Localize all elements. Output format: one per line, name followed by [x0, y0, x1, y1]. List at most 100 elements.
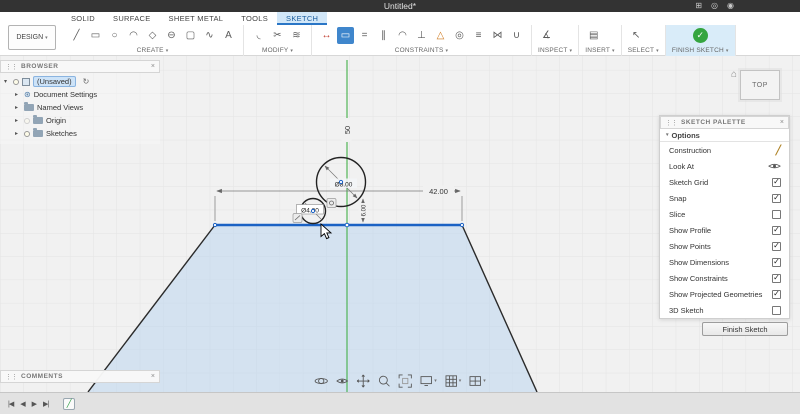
- viewcube[interactable]: TOP: [740, 70, 780, 100]
- toolbar-group-finish-sketch[interactable]: ✓ FINISH SKETCH ▾: [666, 25, 736, 56]
- zoom-button[interactable]: [377, 374, 391, 388]
- spline-icon[interactable]: ∿: [201, 27, 218, 44]
- expander-icon[interactable]: ▸: [15, 117, 21, 124]
- go-to-end-button[interactable]: ▶|: [43, 400, 48, 408]
- tab-sheet-metal[interactable]: SHEET METAL: [160, 12, 233, 25]
- endpoint-right[interactable]: [460, 223, 463, 226]
- dimension-height[interactable]: 50: [342, 118, 352, 142]
- play-button[interactable]: ▶: [32, 400, 36, 408]
- parallel-icon[interactable]: ∥: [375, 27, 392, 44]
- palette-options-section[interactable]: ▾ Options: [660, 129, 789, 142]
- insert-image-icon[interactable]: ▤: [585, 27, 602, 44]
- group-label-modify[interactable]: MODIFY ▾: [250, 46, 305, 56]
- tab-surface[interactable]: SURFACE: [104, 12, 160, 25]
- curvature-icon[interactable]: ∪: [508, 27, 525, 44]
- visibility-bulb-icon[interactable]: [24, 131, 30, 137]
- endpoint-left[interactable]: [213, 223, 216, 226]
- extensions-icon[interactable]: ⊞: [695, 2, 702, 10]
- save-status-icon[interactable]: ↻: [83, 77, 90, 86]
- group-label-create[interactable]: CREATE ▾: [68, 46, 237, 56]
- show-profile-checkbox[interactable]: ✓: [772, 226, 781, 235]
- coincident-icon[interactable]: ▭: [337, 27, 354, 44]
- group-label-select[interactable]: SELECT ▾: [628, 46, 659, 56]
- collinear-icon[interactable]: ≡: [470, 27, 487, 44]
- fit-button[interactable]: [398, 374, 412, 388]
- grid-snap-button[interactable]: ▾: [444, 374, 462, 388]
- symmetry-icon[interactable]: ⋈: [489, 27, 506, 44]
- line-icon[interactable]: ╱: [68, 27, 85, 44]
- group-label-insert[interactable]: INSERT ▾: [585, 46, 615, 56]
- look-at-icon[interactable]: [768, 162, 781, 171]
- center-point-small[interactable]: [311, 209, 314, 212]
- home-icon[interactable]: ⌂: [731, 70, 737, 80]
- show-points-checkbox[interactable]: ✓: [772, 242, 781, 251]
- browser-row-root[interactable]: ▾ (Unsaved) ↻: [0, 75, 160, 88]
- finish-sketch-label[interactable]: FINISH SKETCH ▾: [672, 46, 729, 56]
- finish-sketch-button[interactable]: Finish Sketch: [702, 322, 788, 336]
- pan-button[interactable]: [356, 374, 370, 388]
- comments-header[interactable]: ⋮⋮ COMMENTS ×: [0, 370, 160, 383]
- sketch-grid-checkbox[interactable]: ✓: [772, 178, 781, 187]
- ellipse-icon[interactable]: ⊖: [163, 27, 180, 44]
- text-icon[interactable]: A: [220, 27, 237, 44]
- browser-header[interactable]: ⋮⋮ BROWSER ×: [0, 60, 160, 73]
- look-at-button[interactable]: [335, 374, 349, 388]
- offset-icon[interactable]: ≋: [288, 27, 305, 44]
- palette-header[interactable]: ⋮⋮ SKETCH PALETTE ×: [660, 116, 789, 129]
- browser-row-document-settings[interactable]: ▸ ⊛ Document Settings: [0, 88, 160, 101]
- circle-icon[interactable]: ○: [106, 27, 123, 44]
- workspace-switcher[interactable]: DESIGN ▾: [8, 25, 56, 50]
- tab-tools[interactable]: TOOLS: [232, 12, 277, 25]
- close-icon[interactable]: ×: [151, 373, 155, 380]
- browser-row-origin[interactable]: ▸ Origin: [0, 114, 160, 127]
- slice-checkbox[interactable]: [772, 210, 781, 219]
- rectangle-icon[interactable]: ▭: [87, 27, 104, 44]
- notifications-icon[interactable]: ◎: [711, 2, 718, 10]
- timeline-sketch-feature-icon[interactable]: ╱: [63, 398, 75, 410]
- display-settings-button[interactable]: ▾: [419, 374, 437, 388]
- expander-icon[interactable]: ▸: [15, 91, 21, 98]
- trim-icon[interactable]: ✂: [269, 27, 286, 44]
- 3d-sketch-checkbox[interactable]: [772, 306, 781, 315]
- constraint-badge-coincident[interactable]: [293, 214, 302, 223]
- expander-icon[interactable]: ▸: [15, 104, 21, 111]
- tab-solid[interactable]: SOLID: [62, 12, 104, 25]
- drag-handle-icon[interactable]: ⋮⋮: [5, 373, 17, 381]
- drag-handle-icon[interactable]: ⋮⋮: [665, 119, 677, 127]
- snap-checkbox[interactable]: ✓: [772, 194, 781, 203]
- browser-row-named-views[interactable]: ▸ Named Views: [0, 101, 160, 114]
- document-name[interactable]: (Unsaved): [33, 76, 76, 87]
- select-cursor-icon[interactable]: ↖: [628, 27, 645, 44]
- close-icon[interactable]: ×: [780, 119, 784, 126]
- visibility-bulb-icon[interactable]: [13, 79, 19, 85]
- finish-sketch-check-icon[interactable]: ✓: [693, 28, 708, 43]
- drag-handle-icon[interactable]: ⋮⋮: [5, 63, 17, 71]
- browser-row-sketches[interactable]: ▸ Sketches: [0, 127, 160, 140]
- go-to-start-button[interactable]: |◀: [8, 400, 13, 408]
- construction-line-icon[interactable]: ╱: [776, 145, 781, 156]
- fillet-icon[interactable]: ◟: [250, 27, 267, 44]
- step-back-button[interactable]: ◀: [20, 400, 24, 408]
- measure-icon[interactable]: ∡: [538, 27, 555, 44]
- expander-icon[interactable]: ▸: [15, 130, 21, 137]
- visibility-bulb-icon[interactable]: [24, 118, 30, 124]
- tangent-icon[interactable]: ◠: [394, 27, 411, 44]
- perpendicular-icon[interactable]: ⊥: [413, 27, 430, 44]
- midpoint-icon[interactable]: △: [432, 27, 449, 44]
- arc-icon[interactable]: ◠: [125, 27, 142, 44]
- profile-icon[interactable]: ◉: [727, 2, 734, 10]
- orbit-button[interactable]: [314, 374, 328, 388]
- constraint-badge-tangent[interactable]: [327, 199, 336, 208]
- sketch-dimension-icon[interactable]: ↔: [318, 27, 335, 44]
- viewports-button[interactable]: ▾: [468, 374, 486, 388]
- slot-icon[interactable]: ▢: [182, 27, 199, 44]
- group-label-constraints[interactable]: CONSTRAINTS ▾: [318, 46, 525, 56]
- show-constraints-checkbox[interactable]: ✓: [772, 274, 781, 283]
- group-label-inspect[interactable]: INSPECT ▾: [538, 46, 572, 56]
- show-projected-geometries-checkbox[interactable]: ✓: [772, 290, 781, 299]
- polygon-icon[interactable]: ◇: [144, 27, 161, 44]
- close-icon[interactable]: ×: [151, 63, 155, 70]
- concentric-icon[interactable]: ◎: [451, 27, 468, 44]
- horizontal-vertical-icon[interactable]: =: [356, 27, 373, 44]
- show-dimensions-checkbox[interactable]: ✓: [772, 258, 781, 267]
